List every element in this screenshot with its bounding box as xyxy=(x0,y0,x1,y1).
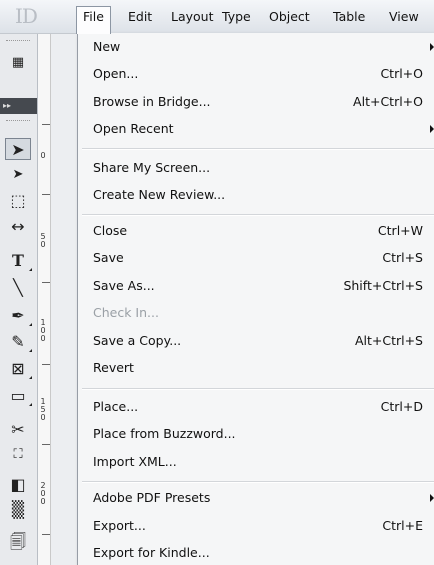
menu-item-shortcut: Ctrl+O xyxy=(380,66,423,81)
ruler-label: 0 xyxy=(40,151,46,160)
ruler-label: 1 5 0 xyxy=(40,397,46,422)
submenu-arrow-icon xyxy=(430,43,434,51)
menu-item-label: New xyxy=(93,39,121,54)
menu-item-shortcut: Ctrl+S xyxy=(382,250,423,265)
menu-item-label: Save a Copy... xyxy=(93,333,182,348)
menu-type[interactable]: Type xyxy=(216,6,257,28)
menu-item-shortcut: Shift+Ctrl+S xyxy=(343,278,423,293)
menu-item-save-as[interactable]: Save As... Shift+Ctrl+S xyxy=(78,274,434,298)
menu-item-place[interactable]: Place... Ctrl+D xyxy=(78,395,434,419)
pen-tool-icon[interactable]: ✒ xyxy=(5,305,32,327)
menu-separator xyxy=(82,481,434,483)
menu-separator xyxy=(82,214,434,216)
menu-item-revert[interactable]: Revert xyxy=(78,356,434,380)
menu-item-label: Save xyxy=(93,250,124,265)
menu-item-save[interactable]: Save Ctrl+S xyxy=(78,246,434,270)
menu-item-label: Save As... xyxy=(93,278,155,293)
menu-item-label: Export for Kindle... xyxy=(93,545,210,560)
free-transform-tool-icon[interactable]: ⛶ xyxy=(5,444,31,466)
menu-item-label: Check In... xyxy=(93,305,159,320)
scissors-tool-icon[interactable]: ✂ xyxy=(5,419,31,441)
menu-item-label: Import XML... xyxy=(93,454,177,469)
line-tool-icon[interactable]: ╲ xyxy=(5,277,31,299)
menu-item-shortcut: Ctrl+W xyxy=(377,223,423,238)
panel-collapse-bar[interactable]: ▸▸ xyxy=(0,98,37,114)
menu-edit[interactable]: Edit xyxy=(122,6,158,28)
menu-item-open[interactable]: Open... Ctrl+O xyxy=(78,62,434,86)
menu-object[interactable]: Object xyxy=(263,6,316,28)
menu-separator xyxy=(82,388,434,390)
vertical-ruler: 0 5 0 1 0 0 1 5 0 2 0 0 xyxy=(38,34,51,565)
menu-item-label: Place from Buzzword... xyxy=(93,426,236,441)
ruler-label: 1 0 0 xyxy=(40,318,46,343)
rectangle-frame-tool-icon[interactable]: ⊠ xyxy=(5,358,32,380)
menu-item-label: Export... xyxy=(93,518,146,533)
type-tool-icon[interactable]: T xyxy=(5,250,32,272)
tools-panel: ▦ ▸▸ ➤ ➤ ⬚ ↔ T ╲ ✒ ✎ ⊠ ▭ ✂ ⛶ ◧ ▒ 🗐 xyxy=(0,34,38,565)
menu-item-check-in: Check In... xyxy=(78,301,434,325)
page-tool-icon[interactable]: ⬚ xyxy=(5,190,31,212)
panel-layout-icon[interactable]: ▦ xyxy=(5,52,31,74)
menu-view[interactable]: View xyxy=(383,6,425,28)
menu-item-label: Revert xyxy=(93,360,134,375)
menu-item-shortcut: Ctrl+D xyxy=(380,399,423,414)
menu-item-label: Create New Review... xyxy=(93,187,226,202)
menu-item-import-xml[interactable]: Import XML... xyxy=(78,450,434,474)
gradient-swatch-tool-icon[interactable]: ◧ xyxy=(5,474,31,496)
menu-bar: ID File Edit Layout Type Object Table Vi… xyxy=(0,0,434,34)
menu-item-export-for-kindle[interactable]: Export for Kindle... xyxy=(78,541,434,565)
menu-item-shortcut: Ctrl+E xyxy=(382,518,423,533)
gradient-feather-tool-icon[interactable]: ▒ xyxy=(5,499,31,521)
menu-layout[interactable]: Layout xyxy=(165,6,220,28)
menu-item-label: Open... xyxy=(93,66,139,81)
menu-item-save-a-copy[interactable]: Save a Copy... Alt+Ctrl+S xyxy=(78,329,434,353)
note-tool-icon[interactable]: 🗐 xyxy=(5,531,31,553)
menu-item-export[interactable]: Export... Ctrl+E xyxy=(78,514,434,538)
menu-item-create-new-review[interactable]: Create New Review... xyxy=(78,183,434,207)
menu-item-label: Close xyxy=(93,223,128,238)
menu-item-open-recent[interactable]: Open Recent xyxy=(78,117,434,141)
ruler-label: 5 0 xyxy=(40,232,46,249)
submenu-arrow-icon xyxy=(430,494,434,502)
menu-item-close[interactable]: Close Ctrl+W xyxy=(78,219,434,243)
file-menu-dropdown: New Open... Ctrl+O Browse in Bridge... A… xyxy=(77,33,434,565)
menu-separator xyxy=(82,148,434,150)
menu-file[interactable]: File xyxy=(76,6,111,34)
menu-item-label: Share My Screen... xyxy=(93,160,211,175)
menu-item-label: Open Recent xyxy=(93,121,174,136)
menu-item-share-my-screen[interactable]: Share My Screen... xyxy=(78,156,434,180)
direct-selection-tool-icon[interactable]: ➤ xyxy=(5,164,31,186)
toolbox-grip-dots xyxy=(6,120,30,123)
menu-table[interactable]: Table xyxy=(327,6,371,28)
selection-tool-icon[interactable]: ➤ xyxy=(5,138,31,160)
menu-item-label: Browse in Bridge... xyxy=(93,94,211,109)
menu-item-adobe-pdf-presets[interactable]: Adobe PDF Presets xyxy=(78,486,434,510)
menu-item-shortcut: Alt+Ctrl+O xyxy=(353,94,423,109)
app-logo: ID xyxy=(15,4,38,28)
gap-tool-icon[interactable]: ↔ xyxy=(5,216,31,238)
pencil-tool-icon[interactable]: ✎ xyxy=(5,331,32,353)
ruler-label: 2 0 0 xyxy=(40,481,46,506)
menu-item-label: Place... xyxy=(93,399,139,414)
panel-grip-dots xyxy=(6,40,30,43)
menu-item-place-from-buzzword[interactable]: Place from Buzzword... xyxy=(78,422,434,446)
menu-item-browse-in-bridge[interactable]: Browse in Bridge... Alt+Ctrl+O xyxy=(78,90,434,114)
rectangle-tool-icon[interactable]: ▭ xyxy=(5,385,32,407)
submenu-arrow-icon xyxy=(430,125,434,133)
menu-item-label: Adobe PDF Presets xyxy=(93,490,211,505)
menu-item-shortcut: Alt+Ctrl+S xyxy=(354,333,423,348)
menu-item-new[interactable]: New xyxy=(78,35,434,59)
